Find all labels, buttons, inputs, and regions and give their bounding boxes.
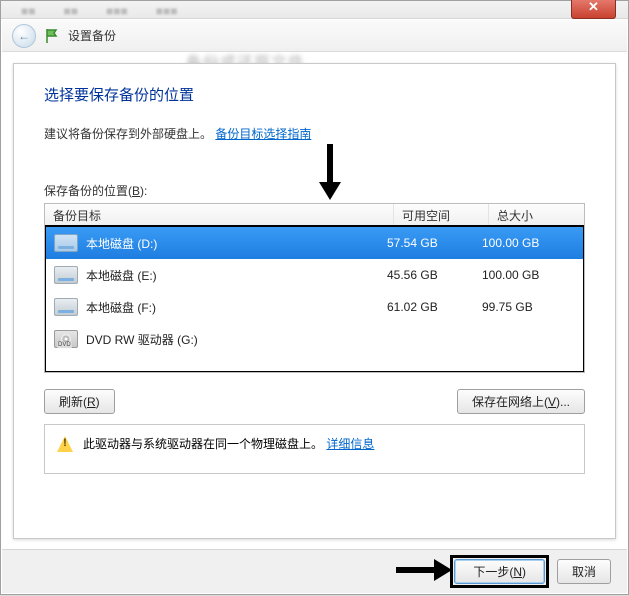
col-header-target[interactable]: 备份目标 xyxy=(45,204,394,225)
save-on-network-button[interactable]: 保存在网络上(V)... xyxy=(457,389,585,414)
drive-row[interactable]: 本地磁盘 (F:) 61.02 GB99.75 GB xyxy=(46,291,583,323)
warning-content: 此驱动器与系统驱动器在同一个物理磁盘上。 详细信息 xyxy=(83,435,374,452)
footer-bar: 下一步(N) 取消 xyxy=(2,549,627,593)
warning-text: 此驱动器与系统驱动器在同一个物理磁盘上。 xyxy=(83,437,323,451)
warning-icon xyxy=(57,436,73,452)
drive-free-space: 45.56 GB xyxy=(387,268,482,282)
drive-name-label: 本地磁盘 (D:) xyxy=(86,235,157,252)
next-button-highlight: 下一步(N) xyxy=(450,555,549,588)
cancel-button[interactable]: 取消 xyxy=(557,559,611,584)
drive-row[interactable]: 本地磁盘 (E:) 45.56 GB100.00 GB xyxy=(46,259,583,291)
table-header: 备份目标 可用空间 总大小 xyxy=(45,204,584,226)
advice-text: 建议将备份保存到外部硬盘上。 xyxy=(44,127,212,141)
drive-row[interactable]: DVD DVD RW 驱动器 (G:) xyxy=(46,323,583,355)
drive-name-label: 本地磁盘 (F:) xyxy=(86,299,156,316)
next-button[interactable]: 下一步(N) xyxy=(454,559,545,584)
hard-drive-icon xyxy=(54,298,78,316)
drive-free-space: 61.02 GB xyxy=(387,300,482,314)
col-header-free[interactable]: 可用空间 xyxy=(394,204,489,225)
hard-drive-icon xyxy=(54,234,78,252)
drive-name-label: 本地磁盘 (E:) xyxy=(86,267,157,284)
drive-total-size: 99.75 GB xyxy=(482,300,577,314)
back-arrow-icon: ← xyxy=(18,29,30,43)
dvd-drive-icon: DVD xyxy=(54,330,78,348)
drive-name-label: DVD RW 驱动器 (G:) xyxy=(86,331,198,348)
col-header-total[interactable]: 总大小 xyxy=(489,204,584,225)
advice-line: 建议将备份保存到外部硬盘上。 备份目标选择指南 xyxy=(44,125,585,142)
warning-box: 此驱动器与系统驱动器在同一个物理磁盘上。 详细信息 xyxy=(44,424,585,474)
drive-total-size: 100.00 GB xyxy=(482,236,577,250)
drive-total-size: 100.00 GB xyxy=(482,268,577,282)
drive-table: 备份目标 可用空间 总大小 本地磁盘 (D:)57.54 GB100.00 GB… xyxy=(44,203,585,373)
button-row: 刷新(R) 保存在网络上(V)... xyxy=(44,389,585,414)
hard-drive-icon xyxy=(54,266,78,284)
back-button[interactable]: ← xyxy=(12,24,36,48)
wizard-panel: 选择要保存备份的位置 建议将备份保存到外部硬盘上。 备份目标选择指南 保存备份的… xyxy=(13,63,616,539)
list-label: 保存备份的位置(B): xyxy=(44,182,585,199)
wizard-title: 选择要保存备份的位置 xyxy=(44,84,585,105)
wizard-window: ■■■■■■■■■■ ✕ ← 设置备份 备份或还原文件 选择要保存备份的位置 建… xyxy=(0,0,629,595)
header-bar: ← 设置备份 xyxy=(2,20,627,52)
drive-row[interactable]: 本地磁盘 (D:) 57.54 GB100.00 GB xyxy=(46,227,583,259)
background-menubar: ■■■■■■■■■■ xyxy=(1,1,628,19)
drive-list: 本地磁盘 (D:)57.54 GB100.00 GB本地磁盘 (E:)45.56… xyxy=(44,225,585,373)
header-title: 设置备份 xyxy=(68,27,116,44)
refresh-button[interactable]: 刷新(R) xyxy=(44,389,115,414)
drive-free-space: 57.54 GB xyxy=(387,236,482,250)
close-button[interactable]: ✕ xyxy=(571,0,616,19)
close-icon: ✕ xyxy=(588,0,599,14)
guide-link[interactable]: 备份目标选择指南 xyxy=(215,127,311,141)
details-link[interactable]: 详细信息 xyxy=(326,437,374,451)
backup-flag-icon xyxy=(44,28,60,44)
